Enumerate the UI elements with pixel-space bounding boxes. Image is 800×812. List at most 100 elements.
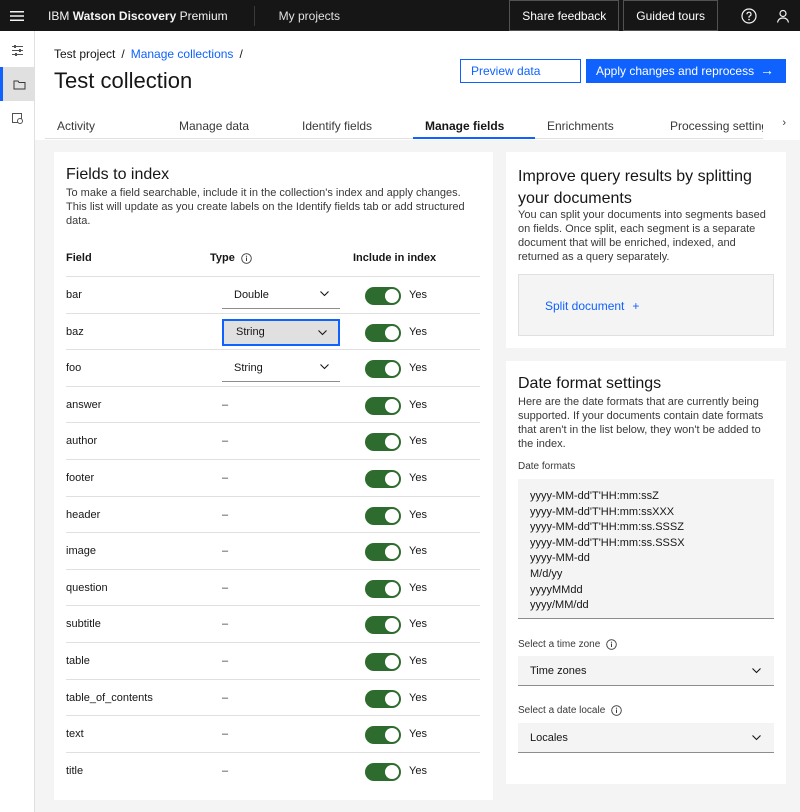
- column-header-field: Field: [66, 252, 92, 264]
- include-toggle[interactable]: [365, 579, 401, 598]
- info-icon[interactable]: [611, 705, 623, 716]
- split-documents-card: Improve query results by splitting your …: [506, 152, 786, 348]
- chevron-down-icon: [318, 329, 327, 335]
- preview-data-button[interactable]: Preview data: [460, 59, 581, 83]
- timezone-dropdown[interactable]: Time zones: [518, 656, 774, 686]
- info-icon[interactable]: [606, 639, 618, 650]
- toggle-label: Yes: [409, 581, 427, 594]
- table-row: image – Yes: [66, 532, 480, 569]
- table-row: answer – Yes: [66, 385, 480, 423]
- rail-item-settings[interactable]: [0, 101, 35, 135]
- fields-description: To make a field searchable, include it i…: [66, 187, 465, 227]
- tab-manage-fields[interactable]: Manage fields: [413, 114, 535, 139]
- table-row: title – Yes: [66, 751, 480, 789]
- breadcrumb-separator: /: [239, 47, 243, 61]
- brand-bold: Watson Discovery: [72, 8, 177, 23]
- include-toggle[interactable]: [365, 506, 401, 525]
- info-icon[interactable]: [241, 252, 252, 264]
- include-toggle[interactable]: [365, 689, 401, 708]
- chevron-down-icon: [752, 668, 761, 674]
- type-select[interactable]: String: [222, 355, 340, 383]
- include-toggle[interactable]: [365, 287, 401, 305]
- field-type: –: [222, 618, 229, 631]
- table-row: text – Yes: [66, 715, 480, 752]
- table-row: foo String Yes: [66, 349, 480, 386]
- toggle-label: Yes: [409, 435, 427, 448]
- field-type: –: [222, 472, 229, 484]
- table-row: bar Double Yes: [66, 276, 480, 313]
- rail-item-improve[interactable]: [0, 33, 35, 67]
- date-description: Here are the date formats that are curre…: [518, 396, 764, 450]
- apply-changes-label: Apply changes and reprocess: [596, 64, 755, 78]
- product-name[interactable]: IBM Watson Discovery Premium: [34, 9, 228, 23]
- split-document-tile: Split document +: [518, 274, 774, 336]
- locale-dropdown[interactable]: Locales: [518, 723, 774, 753]
- fields-title: Fields to index: [66, 166, 170, 183]
- include-toggle[interactable]: [365, 396, 401, 415]
- include-toggle[interactable]: [365, 726, 401, 745]
- toggle-label: Yes: [409, 655, 427, 667]
- date-format-card: Date format settings Here are the date f…: [506, 361, 786, 784]
- date-format-line: yyyy-MM-dd: [530, 552, 590, 565]
- field-name: image: [66, 545, 96, 558]
- timezone-label: Select a time zone: [518, 639, 618, 650]
- tab-activity[interactable]: Activity: [45, 114, 167, 139]
- include-toggle[interactable]: [365, 360, 401, 379]
- chevron-down-icon: [320, 291, 329, 297]
- tab-identify-fields[interactable]: Identify fields: [290, 114, 413, 139]
- date-format-line: yyyyMMdd: [530, 583, 583, 596]
- document-settings-icon: [12, 112, 23, 124]
- include-toggle[interactable]: [365, 616, 401, 635]
- tab-enrichments[interactable]: Enrichments: [535, 114, 658, 139]
- folder-icon: [13, 80, 25, 89]
- toggle-label: Yes: [409, 362, 427, 375]
- tab-processing-settings[interactable]: Processing settings: [658, 114, 763, 139]
- date-formats-label: Date formats: [518, 461, 576, 472]
- field-type: –: [222, 764, 229, 777]
- locale-label: Select a date locale: [518, 705, 623, 716]
- table-row: author – Yes: [66, 422, 480, 459]
- fields-to-index-card: Fields to index To make a field searchab…: [54, 152, 493, 800]
- field-type: –: [222, 398, 229, 411]
- split-document-link[interactable]: Split document +: [545, 299, 639, 313]
- field-type: –: [222, 691, 229, 704]
- field-type: –: [222, 655, 229, 667]
- breadcrumb-separator: /: [121, 47, 125, 61]
- include-toggle[interactable]: [365, 433, 401, 452]
- field-name: baz: [66, 325, 84, 338]
- help-icon[interactable]: [732, 0, 766, 31]
- type-select[interactable]: String: [222, 318, 340, 346]
- type-select[interactable]: Double: [222, 282, 340, 309]
- field-name: subtitle: [66, 618, 101, 631]
- add-icon: +: [632, 299, 640, 313]
- date-format-line: M/d/yy: [530, 567, 563, 580]
- chevron-right-icon[interactable]: ›: [782, 117, 786, 129]
- rail-item-collections[interactable]: [0, 67, 35, 101]
- breadcrumb-collections[interactable]: Manage collections: [131, 47, 234, 61]
- share-feedback-button[interactable]: Share feedback: [509, 0, 620, 31]
- breadcrumb-project[interactable]: Test project: [54, 47, 115, 61]
- tab-manage-data[interactable]: Manage data: [167, 114, 290, 139]
- user-avatar-icon[interactable]: [766, 0, 800, 31]
- include-toggle[interactable]: [365, 653, 401, 671]
- date-format-line: yyyy-MM-dd'T'HH:mm:ssZ: [530, 490, 659, 502]
- guided-tours-button[interactable]: Guided tours: [623, 0, 718, 31]
- type-select-value: Double: [234, 289, 269, 301]
- include-toggle[interactable]: [365, 470, 401, 488]
- table-row: footer – Yes: [66, 459, 480, 496]
- type-select-value: String: [234, 362, 263, 375]
- my-projects-link[interactable]: My projects: [255, 9, 340, 23]
- include-toggle[interactable]: [365, 762, 401, 781]
- field-name: table: [66, 655, 90, 667]
- field-name: answer: [66, 398, 102, 411]
- date-formats-textarea[interactable]: yyyy-MM-dd'T'HH:mm:ssZ yyyy-MM-dd'T'HH:mm…: [518, 479, 774, 619]
- menu-icon[interactable]: [0, 0, 34, 31]
- chevron-down-icon: [752, 735, 761, 741]
- toggle-label: Yes: [409, 764, 427, 777]
- toggle-label: Yes: [409, 691, 427, 704]
- apply-changes-button[interactable]: Apply changes and reprocess →: [586, 59, 786, 83]
- include-toggle[interactable]: [365, 543, 401, 562]
- field-type: –: [222, 435, 229, 448]
- left-rail: [0, 31, 35, 812]
- include-toggle[interactable]: [365, 323, 401, 342]
